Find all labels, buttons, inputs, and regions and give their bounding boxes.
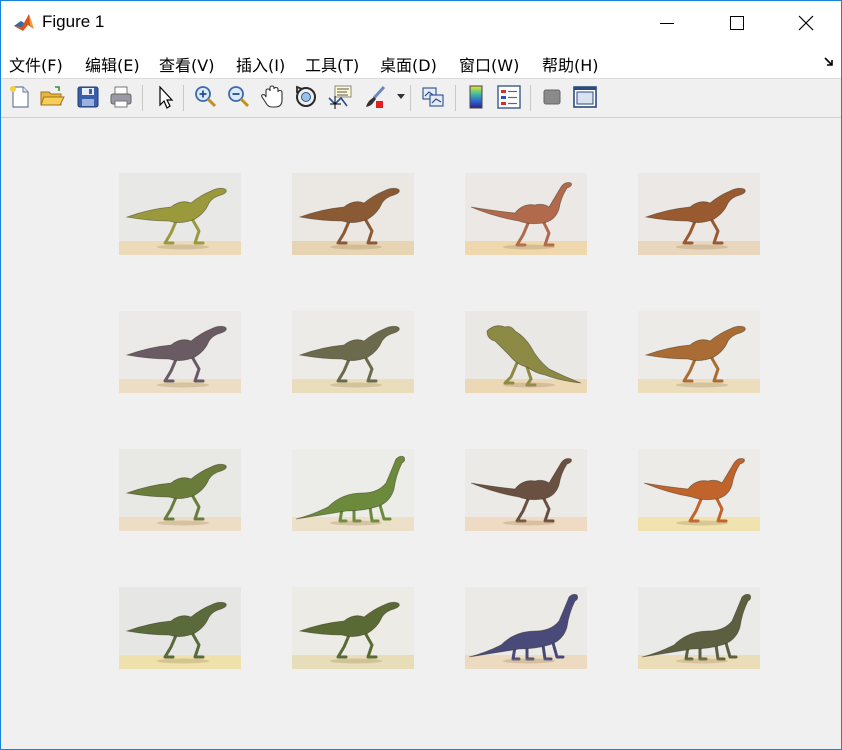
dinosaur-image	[465, 173, 587, 255]
zoom-out-icon[interactable]	[225, 84, 251, 110]
show-plot-tools-icon[interactable]	[572, 84, 598, 110]
window-title: Figure 1	[42, 12, 105, 31]
maximize-icon	[730, 16, 744, 30]
image-tile[interactable]	[119, 311, 241, 393]
image-tile[interactable]	[638, 449, 760, 531]
close-icon	[798, 15, 814, 31]
dinosaur-image	[638, 173, 760, 255]
image-tile[interactable]	[465, 587, 587, 669]
dinosaur-image	[119, 173, 241, 255]
image-tile[interactable]	[465, 173, 587, 255]
image-tile[interactable]	[638, 587, 760, 669]
toolbar-separator	[455, 85, 456, 111]
brush-dropdown-icon[interactable]	[397, 94, 405, 100]
menu-file[interactable]: 文件(F)	[9, 52, 63, 76]
menu-insert[interactable]: 插入(I)	[236, 52, 285, 76]
close-button[interactable]	[771, 1, 841, 46]
dinosaur-image	[465, 587, 587, 669]
image-tile[interactable]	[638, 173, 760, 255]
menu-tools[interactable]: 工具(T)	[305, 52, 359, 76]
dinosaur-image	[292, 449, 414, 531]
hide-plot-tools-icon[interactable]	[539, 84, 565, 110]
dinosaur-image	[465, 449, 587, 531]
image-tile[interactable]	[638, 311, 760, 393]
dinosaur-image	[638, 587, 760, 669]
image-tile[interactable]	[465, 311, 587, 393]
data-cursor-icon[interactable]	[327, 84, 353, 110]
dinosaur-image	[292, 587, 414, 669]
title-bar[interactable]: Figure 1	[1, 1, 841, 46]
figure-window: Figure 1 文件(F) 编辑(E) 查看(V) 插入(I) 工具(T) 桌…	[0, 0, 842, 750]
colorbar-icon[interactable]	[463, 84, 489, 110]
save-icon[interactable]	[75, 84, 101, 110]
figure-toolbar	[1, 79, 841, 118]
image-tile[interactable]	[292, 449, 414, 531]
image-tile[interactable]	[292, 587, 414, 669]
menu-view[interactable]: 查看(V)	[159, 52, 214, 76]
image-tile[interactable]	[119, 587, 241, 669]
matlab-logo-icon	[13, 12, 35, 34]
dinosaur-image	[119, 311, 241, 393]
print-icon[interactable]	[108, 84, 134, 110]
dinosaur-image	[119, 449, 241, 531]
dinosaur-image	[465, 311, 587, 393]
toolbar-separator	[530, 85, 531, 111]
image-tile[interactable]	[465, 449, 587, 531]
minimize-icon	[660, 23, 674, 24]
rotate-3d-icon[interactable]	[293, 84, 319, 110]
dock-arrow-icon[interactable]	[823, 56, 835, 68]
edit-plot-icon[interactable]	[152, 84, 178, 110]
menu-bar: 文件(F) 编辑(E) 查看(V) 插入(I) 工具(T) 桌面(D) 窗口(W…	[1, 46, 841, 78]
image-tile[interactable]	[119, 449, 241, 531]
dinosaur-image	[638, 449, 760, 531]
menu-edit[interactable]: 编辑(E)	[85, 52, 140, 76]
menu-help[interactable]: 帮助(H)	[542, 52, 599, 76]
menu-window[interactable]: 窗口(W)	[459, 52, 519, 76]
legend-icon[interactable]	[496, 84, 522, 110]
menu-desktop[interactable]: 桌面(D)	[380, 52, 437, 76]
minimize-button[interactable]	[632, 1, 702, 46]
image-tile[interactable]	[292, 311, 414, 393]
pan-icon[interactable]	[259, 84, 285, 110]
dinosaur-image	[292, 173, 414, 255]
image-tile[interactable]	[292, 173, 414, 255]
zoom-in-icon[interactable]	[192, 84, 218, 110]
link-plot-icon[interactable]	[420, 84, 446, 110]
dinosaur-image	[119, 587, 241, 669]
figure-canvas[interactable]	[1, 118, 841, 749]
maximize-button[interactable]	[702, 1, 772, 46]
dinosaur-image	[638, 311, 760, 393]
dinosaur-image	[292, 311, 414, 393]
open-file-icon[interactable]	[39, 84, 65, 110]
toolbar-separator	[410, 85, 411, 111]
image-tile[interactable]	[119, 173, 241, 255]
toolbar-separator	[183, 85, 184, 111]
brush-icon[interactable]	[362, 84, 388, 110]
toolbar-separator	[142, 85, 143, 111]
new-figure-icon[interactable]	[7, 84, 33, 110]
